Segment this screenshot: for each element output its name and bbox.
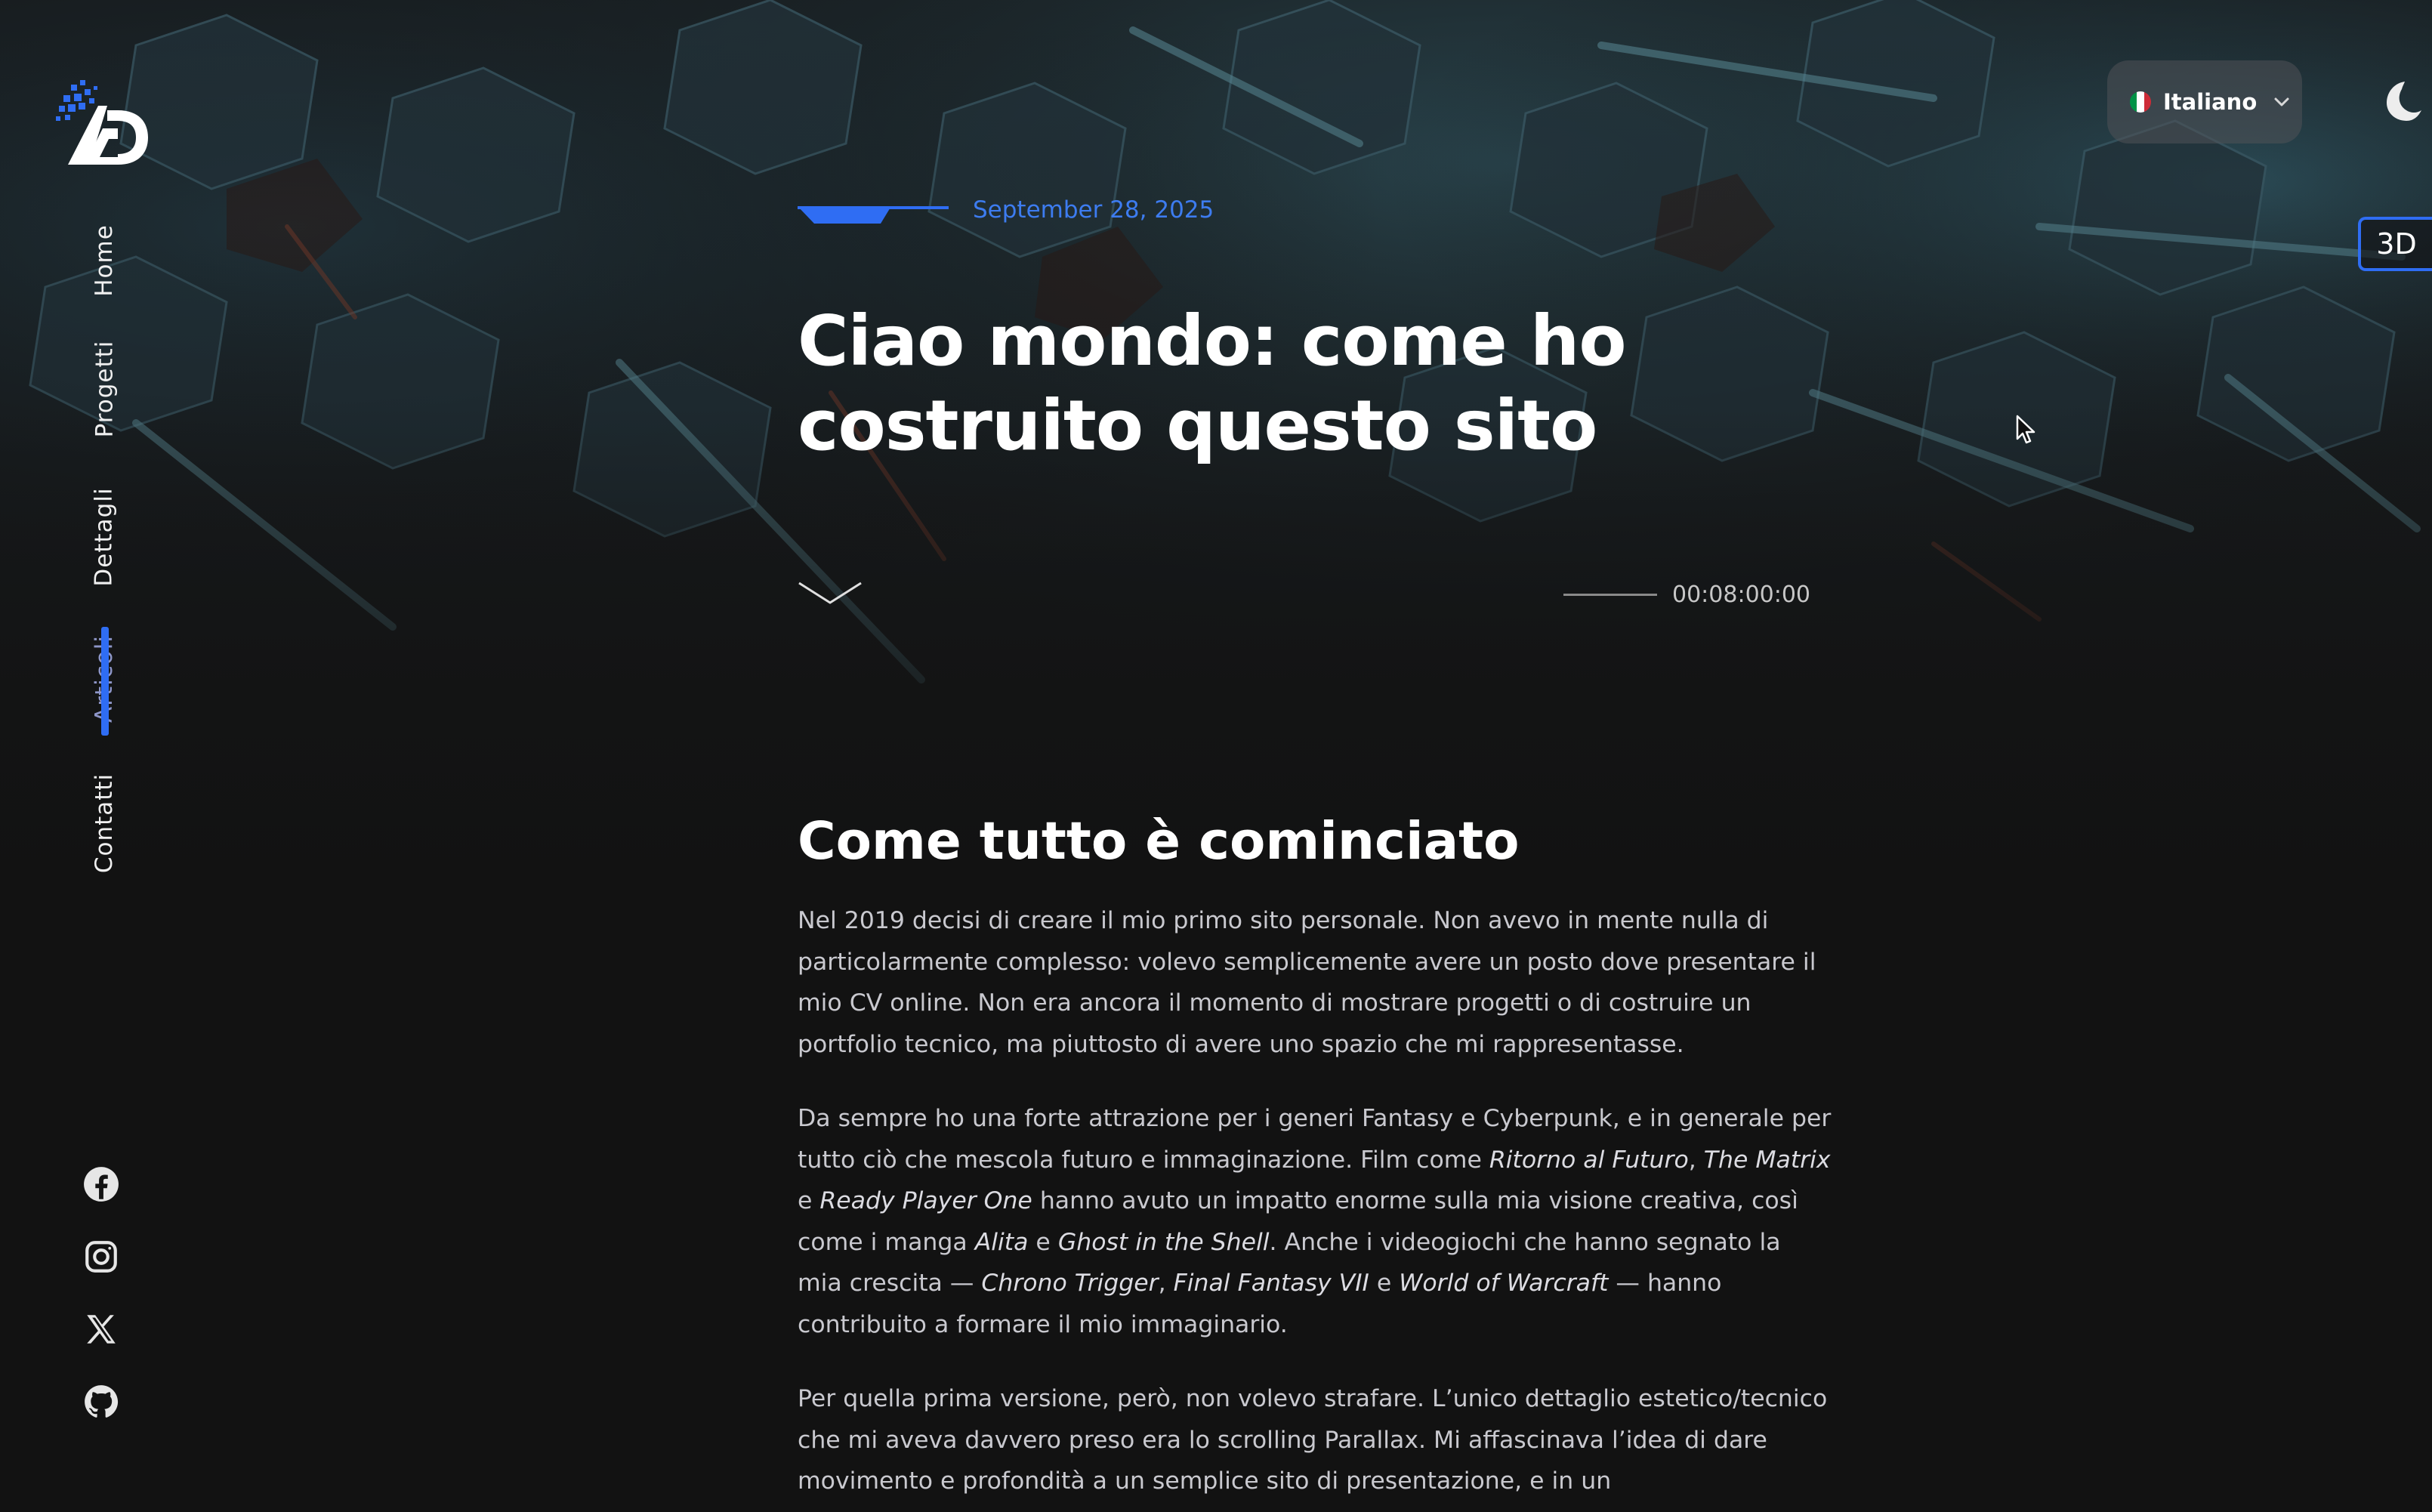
instagram-icon[interactable] bbox=[82, 1237, 121, 1276]
read-time-line bbox=[1563, 593, 1657, 596]
active-indicator bbox=[101, 627, 109, 736]
italy-flag-icon bbox=[2130, 91, 2151, 113]
language-selector[interactable]: Italiano bbox=[2107, 60, 2302, 143]
nav-item-label: Dettagli bbox=[91, 487, 118, 587]
read-time-value: 00:08:00:00 bbox=[1672, 581, 1811, 608]
moon-icon bbox=[2387, 82, 2421, 121]
github-icon[interactable] bbox=[82, 1382, 121, 1421]
read-time: 00:08:00:00 bbox=[1563, 577, 1810, 612]
nav-item-dettagli[interactable]: Dettagli bbox=[74, 485, 134, 589]
section-heading: Come tutto è cominciato bbox=[798, 811, 1520, 872]
nav-item-contatti[interactable]: Contatti bbox=[74, 769, 134, 878]
paragraph-2: Da sempre ho una forte attrazione per i … bbox=[798, 1105, 1832, 1338]
nav-item-label: Contatti bbox=[91, 773, 118, 874]
nav-item-progetti[interactable]: Progetti bbox=[74, 337, 134, 441]
article-date: September 28, 2025 bbox=[973, 196, 1214, 224]
nav-item-label: Progetti bbox=[91, 340, 119, 438]
date-decoration bbox=[798, 206, 949, 224]
nav-item-label: Home bbox=[91, 224, 119, 297]
chevron-down-icon bbox=[2274, 97, 2289, 106]
3d-mode-button[interactable]: 3D bbox=[2358, 217, 2432, 271]
facebook-icon[interactable] bbox=[82, 1165, 121, 1204]
article-title: Ciao mondo: come ho costruito questo sit… bbox=[798, 301, 1627, 466]
paragraph-1: Nel 2019 decisi di creare il mio primo s… bbox=[798, 907, 1816, 1058]
site-logo[interactable] bbox=[54, 76, 153, 171]
nav-item-home[interactable]: Home bbox=[74, 219, 134, 302]
paragraph-3: Per quella prima versione, però, non vol… bbox=[798, 1385, 1828, 1495]
theme-toggle[interactable] bbox=[2378, 79, 2423, 124]
nav-item-articoli[interactable]: Articoli bbox=[74, 627, 134, 736]
x-icon[interactable] bbox=[82, 1310, 121, 1349]
scroll-down-chevron-icon[interactable] bbox=[798, 580, 863, 607]
language-label: Italiano bbox=[2163, 89, 2258, 115]
article-date-row: September 28, 2025 bbox=[798, 195, 1214, 225]
mouse-cursor-icon bbox=[2016, 415, 2035, 444]
